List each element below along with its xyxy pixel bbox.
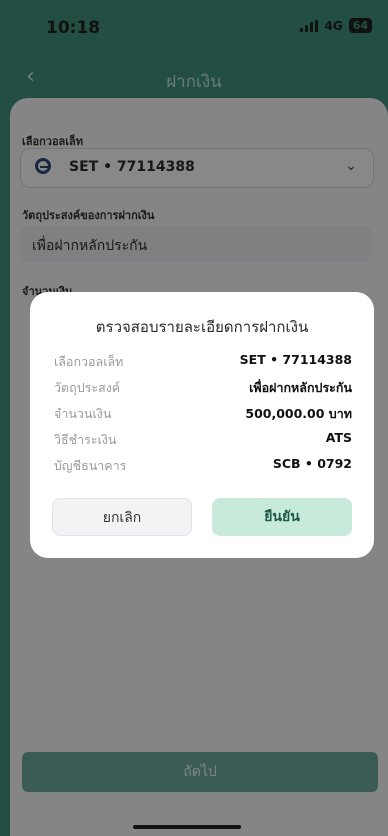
detail-row-purpose: วัตถุประสงค์ เพื่อฝากหลักประกัน — [54, 378, 352, 398]
row-value: SET • 77114388 — [239, 352, 352, 367]
confirm-button[interactable]: ยืนยัน — [212, 498, 352, 536]
row-label: เลือกวอลเล็ท — [54, 354, 124, 369]
row-value: 500,000.00 บาท — [245, 406, 352, 421]
row-label: บัญชีธนาคาร — [54, 458, 127, 473]
dialog-title: ตรวจสอบรายละเอียดการฝากเงิน — [95, 318, 309, 336]
confirm-dialog: ตรวจสอบรายละเอียดการฝากเงิน เลือกวอลเล็ท… — [30, 292, 374, 558]
row-value: เพื่อฝากหลักประกัน — [249, 380, 352, 395]
row-value: SCB • 0792 — [272, 456, 352, 471]
row-value: ATS — [325, 430, 352, 445]
detail-row-method: วิธีชำระเงิน ATS — [54, 430, 352, 450]
detail-row-amount: จำนวนเงิน 500,000.00 บาท — [54, 404, 352, 424]
detail-row-bank: บัญชีธนาคาร SCB • 0792 — [54, 456, 352, 476]
row-label: จำนวนเงิน — [54, 406, 112, 421]
row-label: วัตถุประสงค์ — [54, 380, 121, 395]
detail-row-wallet: เลือกวอลเล็ท SET • 77114388 — [54, 352, 352, 372]
row-label: วิธีชำระเงิน — [54, 432, 117, 447]
cancel-button[interactable]: ยกเลิก — [52, 498, 192, 536]
